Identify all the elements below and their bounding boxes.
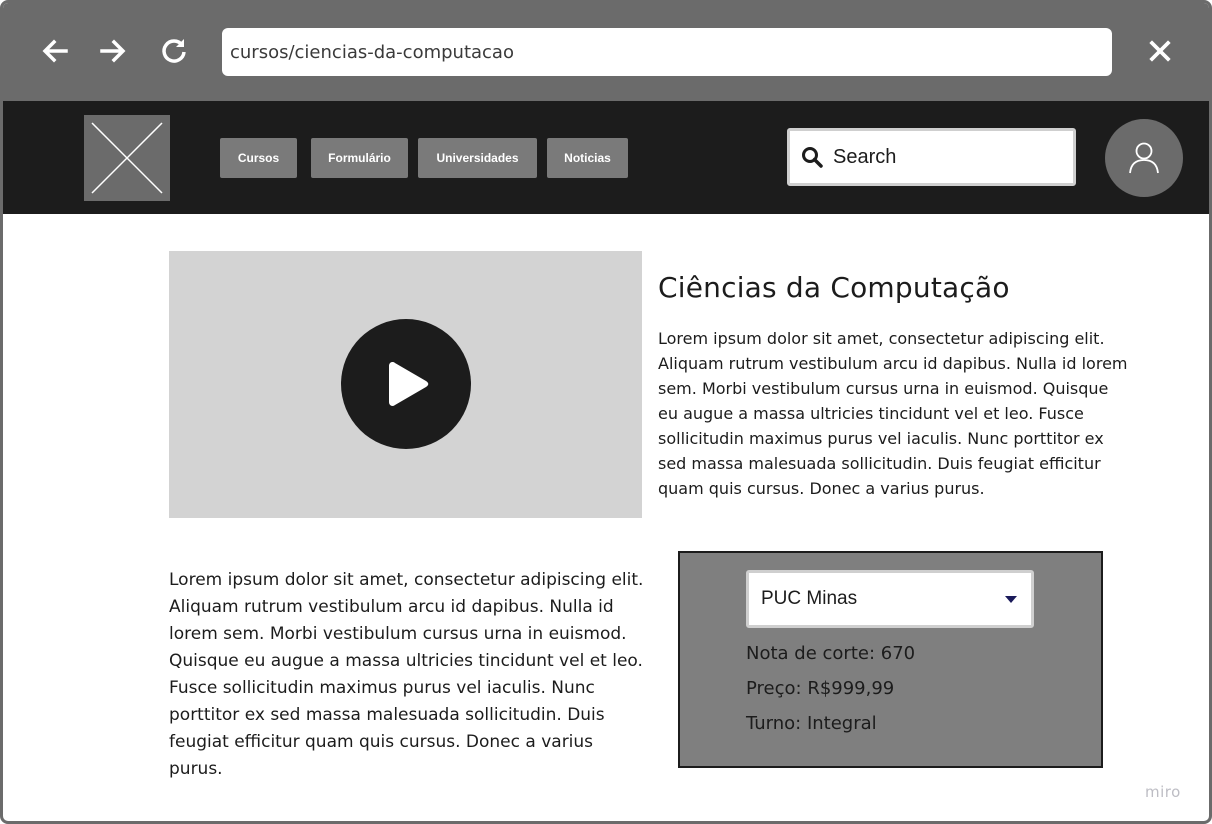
address-bar[interactable]: cursos/ciencias-da-computacao	[222, 28, 1112, 76]
course-description: Lorem ipsum dolor sit amet, consectetur …	[658, 329, 1128, 498]
search-input[interactable]: Search	[787, 128, 1076, 186]
preco-text: Preço: R$999,99	[746, 678, 895, 699]
course-body-text: Lorem ipsum dolor sit amet, consectetur …	[169, 570, 644, 779]
chevron-down-icon	[1005, 595, 1017, 603]
nav-noticias-button[interactable]: Noticias	[547, 138, 628, 178]
browser-toolbar: cursos/ciencias-da-computacao	[3, 3, 1209, 101]
back-button[interactable]	[37, 33, 73, 69]
play-icon	[389, 362, 429, 406]
logo[interactable]	[84, 115, 170, 201]
arrow-left-icon	[42, 39, 68, 63]
turno-text: Turno: Integral	[746, 713, 877, 734]
url-text: cursos/ciencias-da-computacao	[230, 41, 514, 63]
nav-universidades-button[interactable]: Universidades	[418, 138, 537, 178]
nav-noticias-label: Noticias	[564, 151, 611, 165]
nav-cursos-label: Cursos	[237, 151, 280, 165]
nav-cursos-button[interactable]: Cursos	[220, 138, 297, 178]
avatar[interactable]	[1105, 119, 1183, 197]
user-icon	[1129, 142, 1159, 174]
arrow-right-icon	[100, 39, 126, 63]
close-icon	[1149, 40, 1171, 62]
course-info-panel: PUC Minas Nota de corte: 670 Preço: R$99…	[678, 551, 1103, 768]
miro-watermark: miro	[1145, 783, 1181, 801]
close-button[interactable]	[1142, 33, 1178, 69]
nav-universidades-label: Universidades	[436, 151, 519, 165]
university-select[interactable]: PUC Minas	[746, 570, 1034, 628]
video-player[interactable]	[169, 251, 642, 518]
search-icon	[802, 147, 823, 168]
nav-formulario-button[interactable]: Formulário	[311, 138, 408, 178]
page-title: Ciências da Computação	[658, 271, 1010, 304]
play-button[interactable]	[341, 319, 471, 449]
nav-formulario-label: Formulário	[328, 151, 391, 165]
search-placeholder: Search	[833, 145, 897, 168]
image-placeholder-icon	[91, 122, 163, 194]
site-header: Cursos Formulário Universidades Noticias…	[3, 101, 1209, 214]
nota-corte-text: Nota de corte: 670	[746, 643, 916, 664]
forward-button[interactable]	[95, 33, 131, 69]
university-select-value: PUC Minas	[761, 588, 858, 609]
reload-icon	[162, 39, 186, 63]
browser-window: cursos/ciencias-da-computacao Cursos For…	[0, 0, 1212, 824]
reload-button[interactable]	[156, 33, 192, 69]
